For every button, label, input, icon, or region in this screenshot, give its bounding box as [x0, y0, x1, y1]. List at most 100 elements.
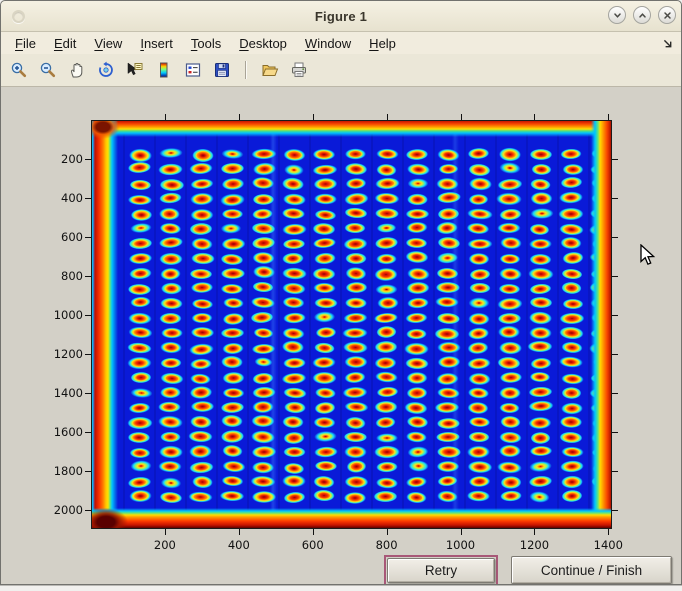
menu-item-file[interactable]: File: [6, 33, 45, 54]
well-spot: [406, 297, 431, 311]
well-spot: [497, 253, 522, 265]
menu-item-desktop[interactable]: Desktop: [230, 33, 296, 54]
well-spot: [560, 372, 586, 385]
well-spot: [495, 177, 524, 192]
rotate-3d-icon: [97, 61, 115, 79]
save-figure-button[interactable]: [213, 61, 231, 79]
x-tick-mark: [313, 529, 314, 535]
well-spot: [434, 431, 462, 443]
well-spot: [281, 357, 306, 370]
close-button[interactable]: [658, 6, 676, 24]
well-spot: [496, 460, 524, 475]
well-spot: [527, 474, 554, 489]
well-spot: [528, 310, 554, 325]
well-spot: [404, 430, 428, 443]
menu-item-edit[interactable]: Edit: [45, 33, 85, 54]
well-spot: [527, 415, 554, 430]
titlebar[interactable]: Figure 1: [1, 1, 681, 32]
well-spot: [404, 490, 428, 505]
well-spot: [405, 459, 431, 474]
y-tick-mark: [85, 276, 91, 277]
well-spot: [559, 488, 583, 504]
continue-finish-button[interactable]: Continue / Finish: [511, 556, 672, 584]
y-tick-mark-right: [612, 315, 618, 316]
well-spot: [374, 221, 399, 234]
well-spot: [404, 237, 429, 250]
maximize-button[interactable]: [633, 6, 651, 24]
well-spot: [250, 490, 278, 504]
menu-item-tools[interactable]: Tools: [182, 33, 230, 54]
well-spot: [560, 445, 585, 458]
print-figure-button[interactable]: [290, 61, 308, 79]
well-spot: [341, 311, 368, 324]
well-spot: [187, 161, 214, 176]
insert-legend-button[interactable]: [184, 61, 202, 79]
well-spot: [405, 414, 431, 430]
data-cursor-button[interactable]: [126, 61, 144, 79]
y-tick-mark-right: [612, 354, 618, 355]
well-spot: [311, 355, 337, 369]
open-file-button[interactable]: [261, 61, 279, 79]
insert-legend-icon: [184, 61, 202, 79]
well-spot: [344, 252, 368, 265]
well-spot: [311, 267, 338, 281]
well-spot: [310, 371, 337, 385]
well-spot: [157, 490, 184, 505]
well-spot: [495, 192, 523, 207]
zoom-in-button[interactable]: [10, 61, 28, 79]
well-spot: [252, 355, 276, 368]
well-spot: [127, 311, 153, 325]
well-spot: [528, 252, 553, 266]
well-spot: [159, 326, 183, 338]
well-spot: [528, 282, 554, 296]
toolbar-separator: [245, 61, 247, 79]
well-spot: [467, 162, 493, 178]
x-tick-label: 400: [209, 538, 269, 552]
well-spot: [344, 281, 369, 294]
well-spot: [405, 385, 429, 400]
chevron-up-icon: [637, 10, 648, 21]
data-cursor-icon: [126, 61, 144, 79]
plate-heatmap-image: [91, 120, 612, 529]
menubar-overflow-arrow-icon[interactable]: [662, 38, 673, 49]
window-menu-icon[interactable]: [12, 10, 25, 23]
insert-colorbar-button[interactable]: [155, 61, 173, 79]
well-spot: [128, 489, 153, 504]
rotate-3d-button[interactable]: [97, 61, 115, 79]
well-spot: [281, 222, 308, 236]
well-spot: [188, 385, 214, 401]
well-spot: [280, 237, 306, 250]
well-spot: [251, 251, 276, 266]
x-tick-mark-top: [608, 114, 609, 120]
menu-item-insert[interactable]: Insert: [131, 33, 182, 54]
y-tick-mark: [85, 471, 91, 472]
well-spot: [375, 253, 398, 265]
y-tick-mark: [85, 510, 91, 511]
well-spot: [250, 386, 277, 400]
plate-corner-blob-bottomleft: [91, 508, 128, 529]
zoom-out-button[interactable]: [39, 61, 57, 79]
well-spot: [558, 414, 584, 428]
retry-button[interactable]: Retry: [387, 558, 495, 583]
well-spot: [158, 266, 182, 282]
menu-item-view[interactable]: View: [85, 33, 131, 54]
well-spot: [465, 207, 493, 221]
well-spot: [465, 489, 490, 502]
well-spot: [312, 445, 339, 459]
menu-item-help[interactable]: Help: [360, 33, 405, 54]
well-spot: [158, 177, 186, 191]
well-spot: [314, 386, 338, 399]
shade-button[interactable]: [608, 6, 626, 24]
well-spot: [560, 340, 585, 355]
well-spot: [282, 401, 307, 416]
well-spot: [560, 475, 585, 489]
well-spot: [343, 415, 367, 431]
well-spot: [436, 341, 462, 354]
well-spot: [313, 192, 338, 204]
well-spot: [251, 399, 275, 414]
pan-button[interactable]: [68, 61, 86, 79]
insert-colorbar-icon: [155, 61, 173, 79]
well-spot: [222, 296, 246, 309]
menu-item-window[interactable]: Window: [296, 33, 360, 54]
well-spot: [466, 326, 490, 341]
